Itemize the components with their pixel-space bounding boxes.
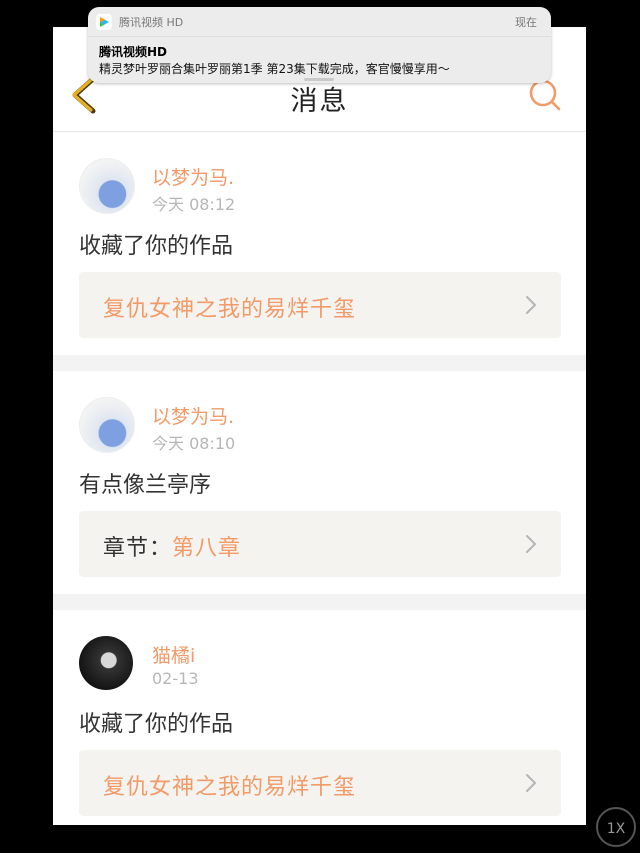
work-link[interactable]: 复仇女神之我的易烊千玺 (79, 272, 561, 338)
chapter-link[interactable]: 章节：第八章 (79, 511, 561, 577)
username[interactable]: 以梦为马. (152, 163, 234, 190)
avatar[interactable] (79, 636, 133, 690)
work-link-text: 复仇女神之我的易烊千玺 (103, 769, 356, 801)
username[interactable]: 猫橘i (152, 641, 195, 668)
tencent-video-icon (96, 14, 112, 30)
chevron-right-icon (526, 774, 537, 792)
link-prefix: 章节： (103, 536, 173, 561)
avatar[interactable] (79, 158, 135, 214)
playback-speed-button[interactable]: 1X (596, 807, 636, 847)
work-link[interactable]: 复仇女神之我的易烊千玺 (79, 750, 561, 816)
chevron-right-icon (526, 535, 537, 553)
message-content: 收藏了你的作品 (79, 712, 234, 737)
link-title: 复仇女神之我的易烊千玺 (103, 775, 357, 800)
app-screen: 消息 以梦为马. 今天 08:12 收藏了你的作品 复仇女神之我的易烊千玺 以梦… (53, 27, 586, 825)
notification-grabber[interactable] (304, 78, 334, 81)
link-title: 复仇女神之我的易烊千玺 (103, 297, 357, 322)
page-title: 消息 (290, 86, 349, 117)
work-link-text: 复仇女神之我的易烊千玺 (103, 291, 356, 323)
section-divider (53, 594, 586, 610)
section-divider (53, 355, 586, 371)
message-time: 今天 08:12 (152, 195, 236, 214)
message-card: 猫橘i 02-13 收藏了你的作品 复仇女神之我的易烊千玺 (53, 610, 586, 825)
message-content: 收藏了你的作品 (79, 234, 234, 259)
notification-banner[interactable]: 腾讯视频 HD 现在 腾讯视频HD 精灵梦叶罗丽合集叶罗丽第1季 第23集下载完… (88, 7, 551, 83)
message-content: 有点像兰亭序 (79, 473, 212, 498)
notification-body: 精灵梦叶罗丽合集叶罗丽第1季 第23集下载完成，客官慢慢享用～ (99, 62, 450, 76)
message-card: 以梦为马. 今天 08:10 有点像兰亭序 章节：第八章 (53, 371, 586, 593)
notification-time: 现在 (515, 16, 537, 29)
link-title: 第八章 (172, 536, 242, 561)
message-card: 以梦为马. 今天 08:12 收藏了你的作品 复仇女神之我的易烊千玺 (53, 132, 586, 354)
username[interactable]: 以梦为马. (152, 402, 234, 429)
message-time: 今天 08:10 (152, 434, 236, 453)
message-time: 02-13 (152, 669, 199, 688)
chevron-right-icon (526, 296, 537, 314)
chapter-link-text: 章节：第八章 (103, 530, 241, 562)
notification-app-name: 腾讯视频 HD (119, 16, 184, 29)
notification-title: 腾讯视频HD (99, 45, 168, 59)
avatar[interactable] (79, 397, 135, 453)
notification-divider (88, 36, 551, 37)
